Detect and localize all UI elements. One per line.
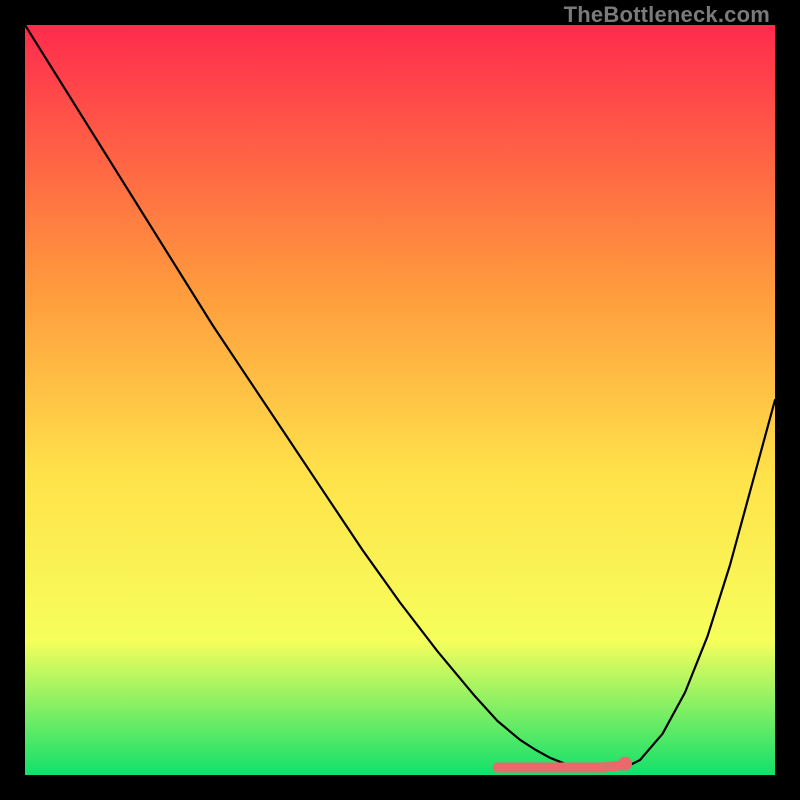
chart-frame	[25, 25, 775, 775]
bottleneck-chart	[25, 25, 775, 775]
highlight-stroke	[498, 764, 626, 768]
gradient-background	[25, 25, 775, 775]
highlight-end-dot	[618, 757, 632, 771]
